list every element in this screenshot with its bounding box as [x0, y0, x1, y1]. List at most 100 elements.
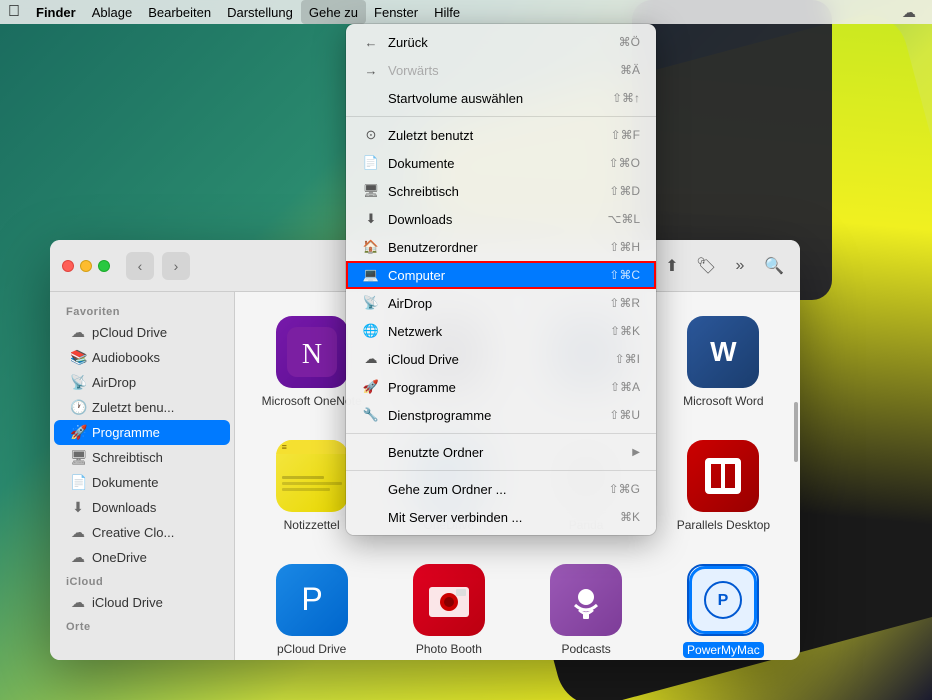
menu-zuruck[interactable]: ← Zurück ⌘Ö	[346, 28, 656, 56]
computer-label: Computer	[388, 268, 609, 283]
netzwerk-shortcut: ⇧⌘K	[610, 324, 640, 338]
menu-netzwerk[interactable]: 🌐 Netzwerk ⇧⌘K	[346, 317, 656, 345]
sidebar-label: Downloads	[92, 500, 156, 515]
app-podcasts[interactable]: Podcasts	[526, 556, 647, 660]
schreibtisch-shortcut: ⇧⌘D	[609, 184, 640, 198]
menubar-gehe-zu[interactable]: Gehe zu	[301, 0, 366, 24]
minimize-button[interactable]	[80, 260, 92, 272]
sidebar-item-pcloud[interactable]: ☁ pCloud Drive	[54, 320, 230, 345]
apple-menu-icon[interactable]: 	[8, 3, 20, 21]
menu-computer[interactable]: 💻 Computer ⇧⌘C	[346, 261, 656, 289]
menubar-fenster[interactable]: Fenster	[366, 0, 426, 24]
menu-zuletzt[interactable]: ⊙ Zuletzt benutzt ⇧⌘F	[346, 121, 656, 149]
app-parallels[interactable]: Parallels Desktop	[663, 432, 784, 540]
sidebar-label: Creative Clo...	[92, 525, 174, 540]
icloud-shortcut: ⇧⌘I	[615, 352, 640, 366]
forward-button[interactable]: ›	[162, 252, 190, 280]
sidebar-item-icloud-drive[interactable]: ☁ iCloud Drive	[54, 590, 230, 615]
more-icon[interactable]: »	[726, 252, 754, 280]
menu-startvolume[interactable]: Startvolume auswählen ⇧⌘↑	[346, 84, 656, 112]
computer-wrapper: 💻 Computer ⇧⌘C	[346, 261, 656, 289]
menubar-ablage[interactable]: Ablage	[84, 0, 140, 24]
startvolume-icon	[362, 89, 380, 107]
word-label: Microsoft Word	[683, 394, 763, 408]
sidebar-item-schreibtisch[interactable]: 🖥 Schreibtisch	[54, 445, 230, 470]
share-icon[interactable]: ⬆	[658, 252, 686, 280]
app-pcloud[interactable]: P pCloud Drive	[251, 556, 372, 660]
menu-vorwarts[interactable]: → Vorwärts ⌘Ä	[346, 56, 656, 84]
schreibtisch-menu-icon: 🖥	[362, 182, 380, 200]
creative-icon: ☁	[70, 524, 86, 541]
computer-menu-icon: 💻	[362, 266, 380, 284]
menubar-finder[interactable]: Finder	[28, 0, 84, 24]
photobooth-icon	[413, 564, 485, 636]
parallels-label: Parallels Desktop	[677, 518, 770, 532]
zuruck-icon: ←	[362, 33, 380, 51]
sidebar-label: OneDrive	[92, 550, 147, 565]
downloads-shortcut: ⌥⌘L	[607, 212, 640, 226]
menu-gehe-zum-ordner[interactable]: Gehe zum Ordner ... ⇧⌘G	[346, 475, 656, 503]
menu-dienstprogramme[interactable]: 🔧 Dienstprogramme ⇧⌘U	[346, 401, 656, 429]
zuletzt-icon: ⊙	[362, 126, 380, 144]
recent-icon: 🕐	[70, 399, 86, 416]
dokumente-shortcut: ⇧⌘O	[609, 156, 640, 170]
tag-icon[interactable]: 🏷	[692, 252, 720, 280]
menu-icloud[interactable]: ☁ iCloud Drive ⇧⌘I	[346, 345, 656, 373]
sidebar-item-onedrive[interactable]: ☁ OneDrive	[54, 545, 230, 570]
maximize-button[interactable]	[98, 260, 110, 272]
icloud-menu-icon: ☁	[362, 350, 380, 368]
menu-downloads[interactable]: ⬇ Downloads ⌥⌘L	[346, 205, 656, 233]
separator-1	[346, 116, 656, 117]
dienstprogramme-label: Dienstprogramme	[388, 408, 609, 423]
sidebar-item-airdrop[interactable]: 📡 AirDrop	[54, 370, 230, 395]
sidebar-item-programme[interactable]: 🚀 Programme	[54, 420, 230, 445]
benutzte-ordner-label: Benutzte Ordner	[388, 445, 628, 460]
orte-label: Orte	[50, 615, 234, 635]
svg-text:N: N	[302, 339, 322, 370]
icloud-drive-icon: ☁	[70, 594, 86, 611]
menubar-bearbeiten[interactable]: Bearbeiten	[140, 0, 219, 24]
app-powermymac[interactable]: P PowerMyMac	[663, 556, 784, 660]
sidebar-item-recent[interactable]: 🕐 Zuletzt benu...	[54, 395, 230, 420]
pcloud-label: pCloud Drive	[277, 642, 346, 656]
dokumente-menu-icon: 📄	[362, 154, 380, 172]
sidebar-item-creative[interactable]: ☁ Creative Clo...	[54, 520, 230, 545]
search-icon[interactable]: 🔍	[760, 252, 788, 280]
menu-mit-server[interactable]: Mit Server verbinden ... ⌘K	[346, 503, 656, 531]
dienstprogramme-shortcut: ⇧⌘U	[609, 408, 640, 422]
menubar-right: ☁	[902, 4, 924, 21]
audiobooks-icon: 📚	[70, 349, 86, 366]
icloud-label: iCloud Drive	[388, 352, 615, 367]
parallels-icon	[687, 440, 759, 512]
app-word[interactable]: W Microsoft Word	[663, 308, 784, 416]
sidebar-item-dokumente[interactable]: 📄 Dokumente	[54, 470, 230, 495]
netzwerk-icon: 🌐	[362, 322, 380, 340]
menu-programme[interactable]: 🚀 Programme ⇧⌘A	[346, 373, 656, 401]
downloads-icon: ⬇	[70, 499, 86, 516]
menu-schreibtisch[interactable]: 🖥 Schreibtisch ⇧⌘D	[346, 177, 656, 205]
menu-airdrop[interactable]: 📡 AirDrop ⇧⌘R	[346, 289, 656, 317]
onedrive-sidebar-icon: ☁	[70, 549, 86, 566]
sidebar-item-downloads[interactable]: ⬇ Downloads	[54, 495, 230, 520]
close-button[interactable]	[62, 260, 74, 272]
traffic-lights	[62, 260, 110, 272]
dokumente-icon: 📄	[70, 474, 86, 491]
vorwarts-label: Vorwärts	[388, 63, 620, 78]
sidebar-label: iCloud Drive	[92, 595, 163, 610]
back-button[interactable]: ‹	[126, 252, 154, 280]
downloads-menu-icon: ⬇	[362, 210, 380, 228]
menu-dokumente[interactable]: 📄 Dokumente ⇧⌘O	[346, 149, 656, 177]
sidebar-label: Dokumente	[92, 475, 158, 490]
menubar-hilfe[interactable]: Hilfe	[426, 0, 468, 24]
sidebar-item-audiobooks[interactable]: 📚 Audiobooks	[54, 345, 230, 370]
sidebar-label: pCloud Drive	[92, 325, 167, 340]
app-photobooth[interactable]: Photo Booth	[388, 556, 509, 660]
powermymac-icon: P	[687, 564, 759, 636]
programme-label: Programme	[388, 380, 610, 395]
programme-icon: 🚀	[70, 424, 86, 441]
notizzettel-label: Notizzettel	[284, 518, 340, 532]
vorwarts-icon: →	[362, 61, 380, 79]
menubar-darstellung[interactable]: Darstellung	[219, 0, 301, 24]
menu-benutzerordner[interactable]: 🏠 Benutzerordner ⇧⌘H	[346, 233, 656, 261]
menu-benutzte-ordner[interactable]: Benutzte Ordner	[346, 438, 656, 466]
